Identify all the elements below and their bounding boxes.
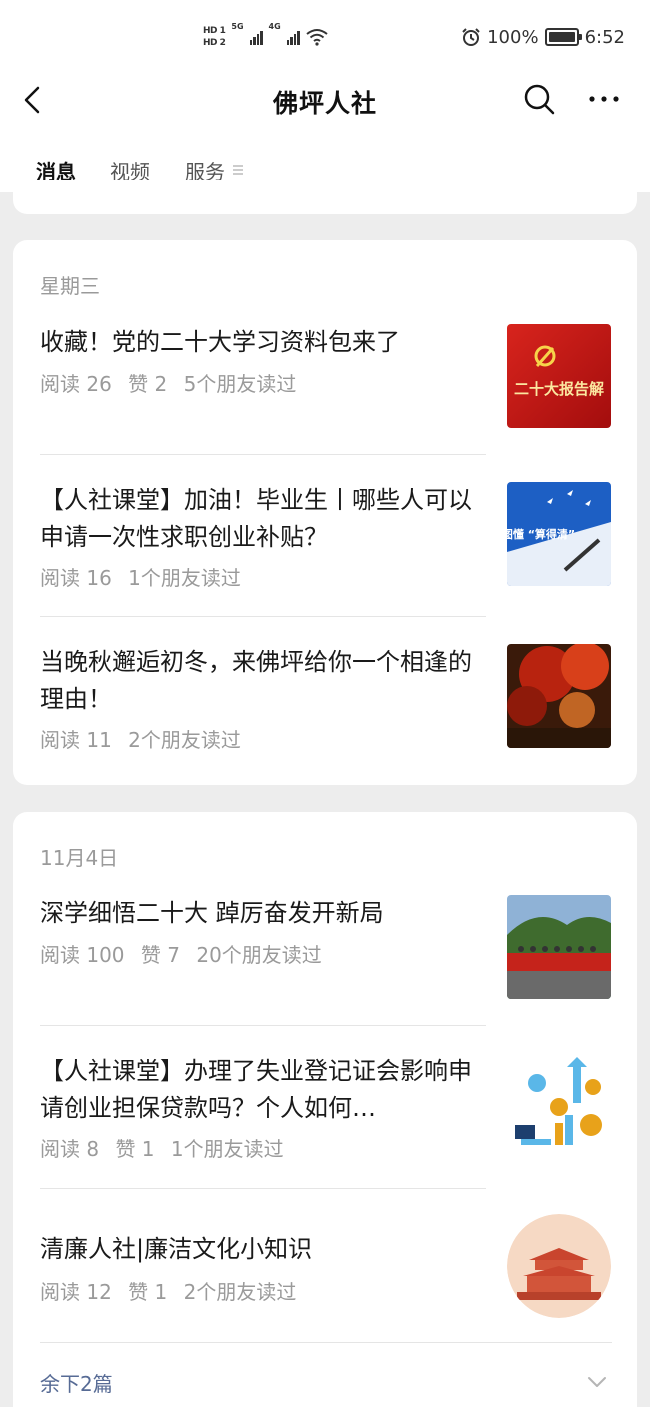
alarm-icon [462,28,480,46]
article-meta: 阅读 8 赞 1 1个朋友读过 [40,1133,294,1162]
article-meta: 阅读 26 赞 2 5个朋友读过 [40,368,306,397]
article-item[interactable]: 清廉人社|廉洁文化小知识 阅读 12 赞 1 2个朋友读过 [40,1214,612,1334]
search-icon[interactable] [522,82,556,116]
divider [40,1342,612,1343]
article-thumbnail [507,644,611,748]
article-item[interactable]: 深学细悟二十大 踔厉奋发开新局 阅读 100 赞 7 20个朋友读过 [40,895,612,1015]
article-title: 清廉人社|廉洁文化小知识 [40,1235,313,1263]
group-date: 11月4日 [40,846,119,870]
article-thumbnail [507,1053,611,1157]
like-count: 赞 1 [115,1137,155,1161]
like-count: 赞 2 [128,372,168,396]
read-count: 阅读 8 [40,1137,100,1161]
article-item[interactable]: 当晚秋邂逅初冬，来佛坪给你一个相逢的理由！ 阅读 11 2个朋友读过 [40,644,612,764]
remaining-articles-label[interactable]: 余下2篇 [40,1368,113,1397]
hd1-label: HD 1 [203,26,226,36]
net2-label: 4G [268,22,281,31]
battery-percent: 100% [487,26,539,48]
divider [40,454,486,455]
message-group-card: 星期三 收藏！党的二十大学习资料包来了 阅读 26 赞 2 5个朋友读过 二十大… [13,240,637,785]
expand-remaining-row[interactable]: 余下2篇 [40,1366,612,1402]
status-bar-right: 100% 6:52 [461,22,625,52]
read-count: 阅读 12 [40,1280,112,1304]
signal-icon [249,29,263,45]
article-thumbnail: 看图懂 “算得清” [507,482,611,586]
article-title: 深学细悟二十大 踔厉奋发开新局 [40,899,384,927]
friends-read: 1个朋友读过 [128,566,241,590]
menu-icon[interactable] [232,164,244,176]
article-thumbnail [507,895,611,999]
article-title: 【人社课堂】办理了失业登记证会影响申请创业担保贷款吗？个人如何… [40,1057,472,1122]
article-thumbnail [507,1214,611,1318]
status-bar: HD 1 HD 2 5G 4G 100% 6:52 [0,0,650,72]
read-count: 阅读 16 [40,566,112,590]
article-item[interactable]: 【人社课堂】加油！毕业生丨哪些人可以申请一次性求职创业补贴？ 阅读 16 1个朋… [40,482,612,602]
read-count: 阅读 11 [40,728,112,752]
thumbnail-text: 二十大报告解 [514,380,604,398]
friends-read: 2个朋友读过 [183,1280,297,1304]
status-bar-center: HD 1 HD 2 5G 4G [203,20,328,54]
net1-label: 5G [231,22,244,31]
friends-read: 20个朋友读过 [196,943,322,967]
read-count: 阅读 100 [40,943,125,967]
article-meta: 阅读 12 赞 1 2个朋友读过 [40,1276,306,1305]
article-meta: 阅读 100 赞 7 20个朋友读过 [40,939,332,968]
thumbnail-text: 看图懂 “算得清” [507,527,575,541]
battery-icon [544,28,582,46]
nav-bar: 佛坪人社 [0,72,650,128]
like-count: 赞 1 [128,1280,168,1304]
more-icon[interactable] [586,82,622,116]
clock: 6:52 [584,26,625,48]
wifi-icon [306,29,328,46]
article-title: 【人社课堂】加油！毕业生丨哪些人可以申请一次性求职创业补贴？ [40,486,472,551]
hd-indicators: HD 1 HD 2 [203,26,226,48]
divider [40,616,486,617]
chevron-down-icon[interactable] [586,1374,608,1390]
read-count: 阅读 26 [40,372,112,396]
article-title: 收藏！党的二十大学习资料包来了 [40,328,400,356]
friends-read: 5个朋友读过 [183,372,297,396]
friends-read: 1个朋友读过 [170,1137,284,1161]
friends-read: 2个朋友读过 [128,728,241,752]
article-item[interactable]: 收藏！党的二十大学习资料包来了 阅读 26 赞 2 5个朋友读过 二十大报告解 [40,324,612,444]
like-count: 赞 7 [140,943,180,967]
group-date: 星期三 [40,274,100,298]
article-thumbnail: 二十大报告解 [507,324,611,428]
article-meta: 阅读 16 1个朋友读过 [40,562,251,591]
article-title: 当晚秋邂逅初冬，来佛坪给你一个相逢的理由！ [40,648,472,713]
divider [40,1025,486,1026]
previous-card-edge [13,180,637,214]
article-meta: 阅读 11 2个朋友读过 [40,724,251,753]
article-item[interactable]: 【人社课堂】办理了失业登记证会影响申请创业担保贷款吗？个人如何… 阅读 8 赞 … [40,1053,612,1173]
divider [40,1188,486,1189]
hd2-label: HD 2 [203,38,226,48]
signal-icon [286,29,300,45]
message-group-card: 11月4日 深学细悟二十大 踔厉奋发开新局 阅读 100 赞 7 20个朋友读过… [13,812,637,1407]
